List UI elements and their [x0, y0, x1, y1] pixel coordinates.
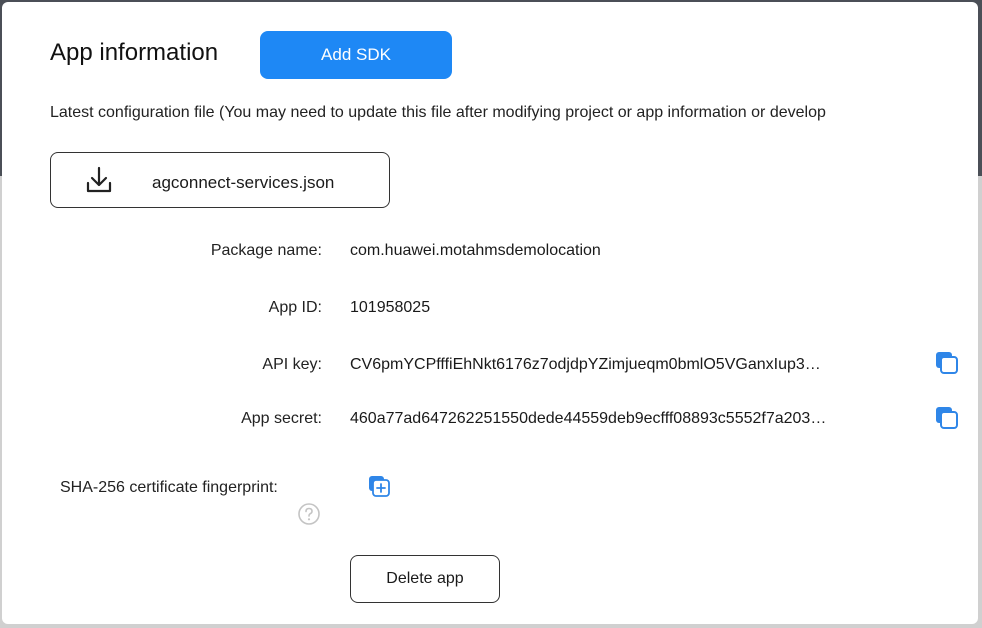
app-id-label: App ID:	[268, 299, 322, 316]
app-secret-value: 460a77ad647262251550dede44559deb9ecfff08…	[350, 410, 827, 427]
config-file-note: Latest configuration file (You may need …	[50, 104, 826, 121]
app-information-panel: App information Add SDK Latest configura…	[2, 2, 978, 624]
package-name-value: com.huawei.motahmsdemolocation	[350, 242, 601, 259]
help-icon[interactable]	[297, 502, 321, 526]
add-sdk-button[interactable]: Add SDK	[260, 31, 452, 79]
config-file-name: agconnect-services.json	[152, 173, 335, 192]
app-id-value: 101958025	[350, 299, 431, 316]
delete-app-button[interactable]: Delete app	[350, 555, 500, 603]
download-icon	[86, 166, 112, 193]
page-title: App information	[50, 39, 219, 66]
add-fingerprint-icon[interactable]	[367, 474, 391, 498]
app-secret-label: App secret:	[241, 410, 322, 427]
api-key-value: CV6pmYCPfffiEhNkt6176z7odjdpYZimjueqm0bm…	[350, 356, 821, 373]
copy-app-secret-icon[interactable]	[934, 405, 960, 431]
api-key-label: API key:	[262, 356, 322, 373]
download-config-button[interactable]: agconnect-services.json	[50, 152, 390, 208]
copy-api-key-icon[interactable]	[934, 350, 960, 376]
package-name-label: Package name:	[210, 242, 322, 259]
sha256-fingerprint-label: SHA-256 certificate fingerprint:	[60, 479, 278, 496]
